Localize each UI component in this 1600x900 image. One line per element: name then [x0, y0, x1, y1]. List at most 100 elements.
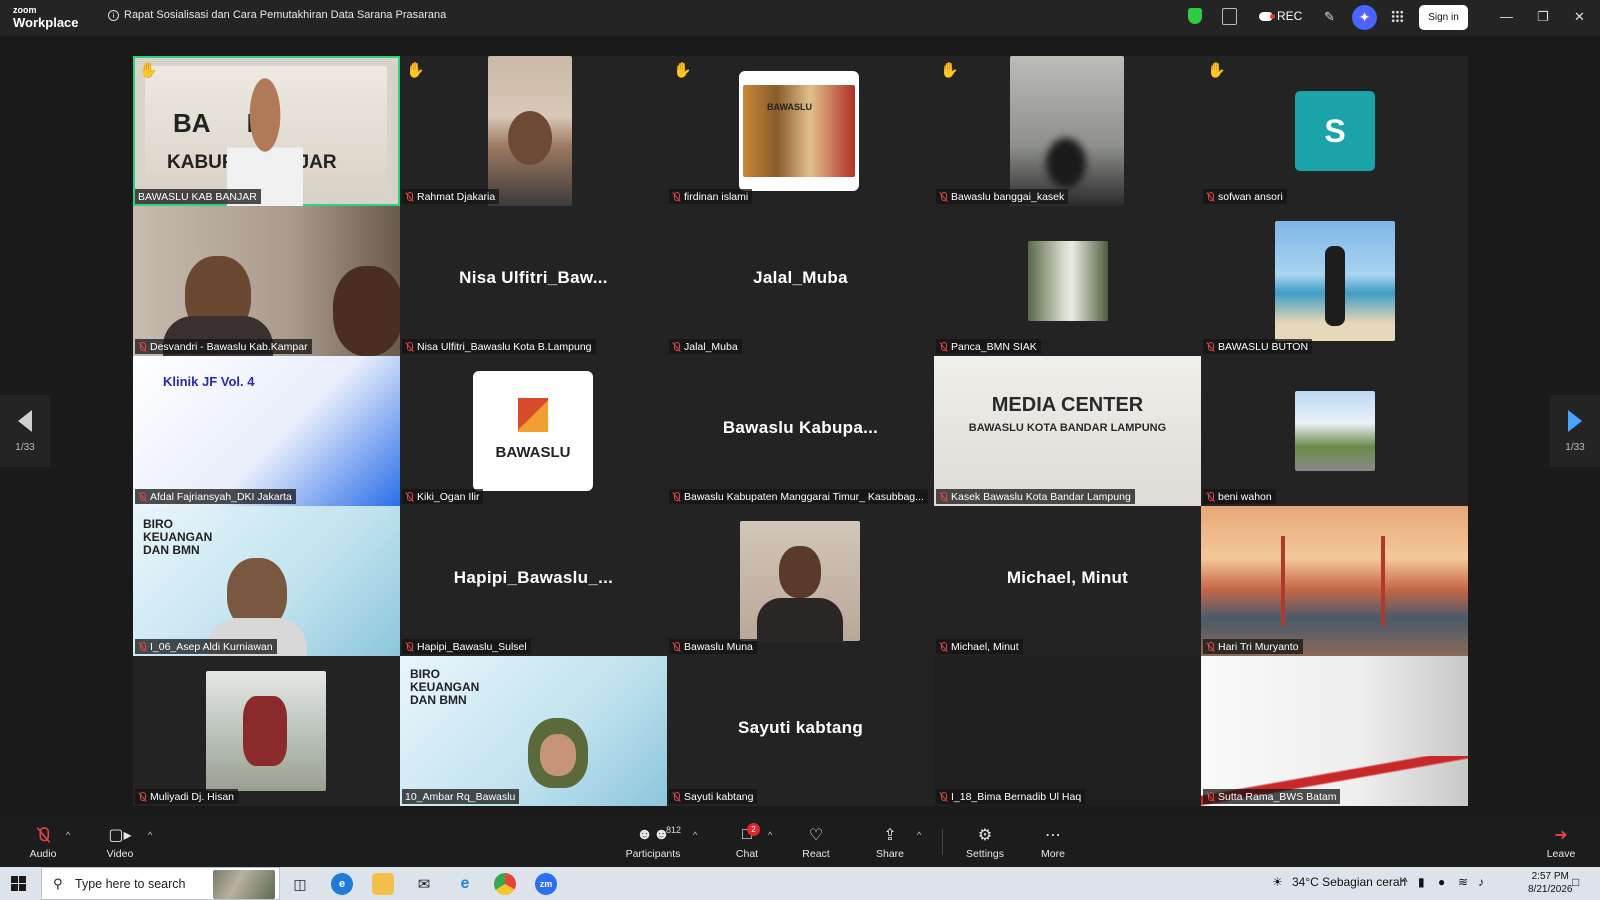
participant-name-tag: BAWASLU BUTON: [1203, 339, 1313, 354]
mic-muted-icon: [939, 191, 948, 202]
apps-grid-icon[interactable]: [1391, 10, 1404, 23]
meeting-controls-bar: Audio ^ ▢▸ Video ^ ☻☻ Participants 812 ^…: [0, 817, 1600, 867]
participant-tile[interactable]: I_18_Bima Bernadib Ul Haq: [934, 656, 1201, 806]
meeting-title-text: Rapat Sosialisasi dan Cara Pemutakhiran …: [124, 9, 447, 21]
participant-tile[interactable]: BIRO KEUANGAN DAN BMN 10_Ambar Rq_Bawasl…: [400, 656, 667, 806]
participant-tile[interactable]: BIRO KEUANGAN DAN BMN I_06_Asep Aldi Kur…: [133, 506, 400, 656]
video-options-caret[interactable]: ^: [148, 830, 152, 840]
participant-tile[interactable]: Desvandri - Bawaslu Kab.Kampar: [133, 206, 400, 356]
info-icon[interactable]: i: [108, 9, 119, 21]
close-window-button[interactable]: ✕: [1574, 9, 1585, 25]
mail-icon[interactable]: ✉: [413, 873, 435, 895]
file-explorer-icon[interactable]: [372, 873, 394, 895]
recording-button[interactable]: REC: [1259, 9, 1302, 23]
restore-window-button[interactable]: ❐: [1537, 9, 1549, 25]
participant-name-tag: Kiki_Ogan Ilir: [402, 489, 484, 504]
participant-name-tag: 10_Ambar Rq_Bawaslu: [402, 789, 520, 804]
participant-name-tag: Rahmat Djakaria: [402, 189, 500, 204]
participant-tile[interactable]: Hari Tri Muryanto: [1201, 506, 1468, 656]
battery-icon[interactable]: ▮: [1418, 875, 1425, 889]
participant-name-tag: sofwan ansori: [1203, 189, 1287, 204]
chat-options-caret[interactable]: ^: [768, 830, 772, 840]
microphone-tray-icon[interactable]: ●: [1438, 875, 1445, 889]
participant-tile[interactable]: MEDIA CENTER BAWASLU KOTA BANDAR LAMPUNG…: [934, 356, 1201, 506]
notifications-icon[interactable]: □: [1572, 875, 1579, 889]
share-screen-icon: ⇪: [883, 827, 897, 844]
share-options-caret[interactable]: ^: [917, 830, 921, 840]
show-hidden-icons-chevron[interactable]: ^: [1402, 875, 1408, 889]
more-button[interactable]: ⋯ More: [1038, 817, 1068, 867]
clock-date: 8/21/2026: [1528, 884, 1573, 895]
participant-tile[interactable]: Hapipi_Bawaslu_... Hapipi_Bawaslu_Sulsel: [400, 506, 667, 656]
previous-page-button[interactable]: 1/33: [0, 395, 50, 467]
mic-muted-icon: [138, 791, 147, 802]
video-camera-icon: ▢▸: [108, 827, 132, 844]
participant-tile[interactable]: Sayuti kabtang Sayuti kabtang: [667, 656, 934, 806]
page-indicator-left: 1/33: [15, 441, 35, 453]
next-page-button[interactable]: 1/33: [1550, 395, 1600, 467]
video-button[interactable]: ▢▸ Video: [102, 817, 138, 867]
settings-button[interactable]: ⚙ Settings: [964, 817, 1006, 867]
participant-name-tag: Muliyadi Dj. Hisan: [135, 789, 239, 804]
participant-tile[interactable]: BAWASLU Kiki_Ogan Ilir: [400, 356, 667, 506]
taskbar-search-box[interactable]: ⚲ Type here to search: [41, 867, 280, 900]
minimize-window-button[interactable]: —: [1500, 9, 1513, 24]
participant-tile[interactable]: beni wahon: [1201, 356, 1468, 506]
annotate-tool-icon[interactable]: ✎: [1324, 9, 1335, 25]
notes-icon[interactable]: [1222, 8, 1237, 25]
wifi-icon[interactable]: ≋: [1458, 875, 1468, 889]
participant-name-tag: Bawaslu Kabupaten Manggarai Timur_ Kasub…: [669, 489, 928, 504]
weather-icon[interactable]: ☀: [1272, 875, 1283, 889]
mic-muted-icon: [138, 641, 147, 652]
weather-text[interactable]: 34°C Sebagian cerah: [1292, 875, 1406, 889]
background-banner-text: BIRO KEUANGAN DAN BMN: [143, 517, 213, 557]
participant-display-name: Nisa Ulfitri_Baw...: [459, 268, 608, 287]
participant-tile[interactable]: Jalal_Muba Jalal_Muba: [667, 206, 934, 356]
meeting-title[interactable]: i Rapat Sosialisasi dan Cara Pemutakhira…: [108, 9, 446, 21]
background-banner-text: BIRO KEUANGAN DAN BMN: [410, 667, 480, 707]
ai-companion-icon[interactable]: ✦: [1352, 5, 1377, 30]
share-button[interactable]: ⇪ Share: [875, 817, 905, 867]
participant-name-tag: Desvandri - Bawaslu Kab.Kampar: [135, 339, 312, 354]
participant-tile[interactable]: Bawaslu Muna: [667, 506, 934, 656]
mic-muted-icon: [1206, 191, 1215, 202]
participant-tile[interactable]: Nisa Ulfitri_Baw... Nisa Ulfitri_Bawaslu…: [400, 206, 667, 356]
internet-explorer-icon[interactable]: e: [454, 873, 476, 895]
participant-tile[interactable]: Klinik JF Vol. 4 Afdal Fajriansyah_DKI J…: [133, 356, 400, 506]
participant-tile[interactable]: Bawaslu Kabupa... Bawaslu Kabupaten Mang…: [667, 356, 934, 506]
participants-options-caret[interactable]: ^: [693, 830, 697, 840]
system-clock[interactable]: 2:57 PM 8/21/2026: [1528, 870, 1573, 896]
participant-name-tag: firdinan islami: [669, 189, 753, 204]
participant-tile[interactable]: Sutta Rama_BWS Batam: [1201, 656, 1468, 806]
mic-muted-icon: [138, 341, 147, 352]
participant-tile[interactable]: Michael, Minut Michael, Minut: [934, 506, 1201, 656]
participant-tile[interactable]: BA LU KABUPA BANJAR ✋ BAWASLU KAB BANJAR: [133, 56, 400, 206]
participant-tile[interactable]: BAWASLU ✋ firdinan islami: [667, 56, 934, 206]
edge-browser-icon[interactable]: e: [331, 873, 353, 895]
mic-muted-icon: [672, 791, 681, 802]
audio-options-caret[interactable]: ^: [66, 830, 70, 840]
participants-icon: ☻☻: [636, 826, 670, 843]
zoom-app-icon[interactable]: zm: [535, 873, 557, 895]
more-dots-icon: ⋯: [1045, 827, 1061, 844]
participant-tile[interactable]: Panca_BMN SIAK: [934, 206, 1201, 356]
security-shield-icon[interactable]: [1188, 8, 1202, 24]
leave-button[interactable]: ➜ Leave: [1546, 817, 1576, 867]
participant-tile[interactable]: ✋ Rahmat Djakaria: [400, 56, 667, 206]
participant-name-tag: I_06_Asep Aldi Kurniawan: [135, 639, 277, 654]
mic-muted-icon: [38, 824, 49, 846]
participant-tile[interactable]: ✋ Bawaslu banggai_kasek: [934, 56, 1201, 206]
sign-in-button[interactable]: Sign in: [1419, 5, 1468, 30]
participant-tile[interactable]: Muliyadi Dj. Hisan: [133, 656, 400, 806]
chevron-left-icon: [18, 409, 32, 432]
participant-tile[interactable]: S ✋ sofwan ansori: [1201, 56, 1468, 206]
mic-muted-icon: [1206, 641, 1215, 652]
participant-display-name: Jalal_Muba: [753, 268, 848, 287]
react-button[interactable]: ♡ React: [801, 817, 831, 867]
chrome-browser-icon[interactable]: [494, 873, 516, 895]
windows-start-icon[interactable]: [11, 876, 26, 891]
audio-button[interactable]: Audio: [25, 817, 61, 867]
task-view-icon[interactable]: ◫: [289, 873, 311, 895]
volume-icon[interactable]: ♪: [1478, 875, 1484, 889]
participant-tile[interactable]: BAWASLU BUTON: [1201, 206, 1468, 356]
